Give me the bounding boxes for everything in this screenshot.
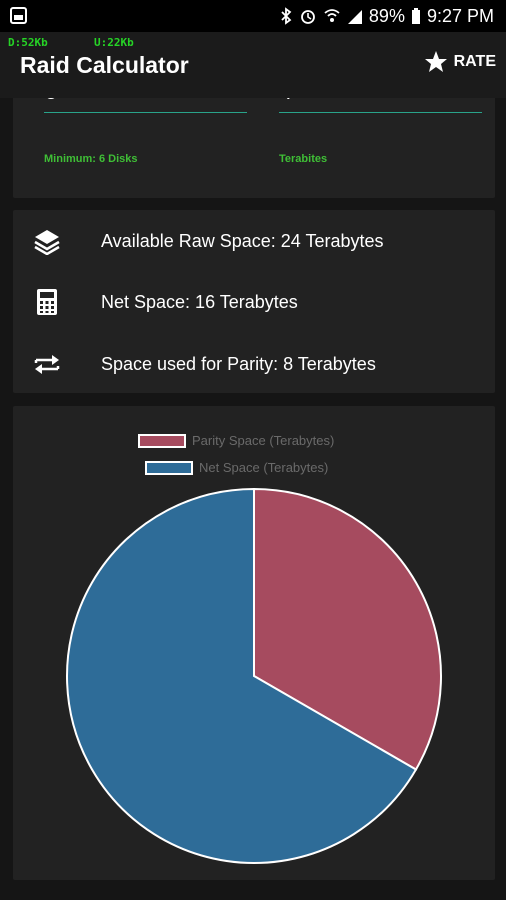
pie-chart-card: Parity Space (Terabytes) Net Space (Tera… bbox=[13, 406, 495, 880]
pie-chart[interactable] bbox=[13, 406, 495, 880]
disks-value: 6 bbox=[44, 98, 57, 106]
layers-icon bbox=[34, 230, 60, 255]
disk-size-value: 4 bbox=[279, 98, 292, 106]
calculator-icon bbox=[37, 289, 57, 315]
battery-icon bbox=[411, 8, 420, 24]
status-bar: 89% 9:27 PM bbox=[0, 0, 506, 32]
results-card: Available Raw Space: 24 Terabytes Net Sp… bbox=[13, 210, 495, 393]
download-speed: D:52Kb bbox=[8, 36, 48, 49]
disks-input[interactable]: 6 bbox=[44, 98, 247, 113]
app-toolbar: D:52Kb U:22Kb Raid Calculator RATE bbox=[0, 32, 506, 98]
parity-space-row: Space used for Parity: 8 Terabytes bbox=[13, 344, 495, 384]
raw-space-text: Available Raw Space: 24 Terabytes bbox=[101, 230, 384, 251]
swap-icon bbox=[34, 355, 60, 374]
clock: 9:27 PM bbox=[426, 5, 494, 26]
rate-label: RATE bbox=[453, 53, 496, 70]
raw-space-row: Available Raw Space: 24 Terabytes bbox=[13, 221, 495, 261]
bluetooth-icon bbox=[281, 7, 292, 25]
status-icons: 89% 9:27 PM bbox=[279, 0, 494, 32]
main-content[interactable]: 6 Minimum: 6 Disks 4 Terabites Available… bbox=[0, 98, 506, 900]
input-card: 6 Minimum: 6 Disks 4 Terabites bbox=[13, 98, 495, 198]
net-space-row: Net Space: 16 Terabytes bbox=[13, 282, 495, 322]
net-space-text: Net Space: 16 Terabytes bbox=[101, 291, 298, 312]
disks-hint: Minimum: 6 Disks bbox=[44, 153, 138, 165]
upload-speed: U:22Kb bbox=[94, 36, 134, 49]
gallery-notification-icon bbox=[10, 7, 27, 24]
alarm-icon bbox=[301, 10, 315, 24]
parity-space-text: Space used for Parity: 8 Terabytes bbox=[101, 353, 376, 374]
star-icon bbox=[424, 51, 447, 72]
disk-size-input[interactable]: 4 bbox=[279, 98, 482, 113]
disk-size-hint: Terabites bbox=[279, 153, 328, 165]
battery-percent: 89% bbox=[368, 5, 405, 26]
rate-button[interactable]: RATE bbox=[424, 50, 496, 74]
page-title: Raid Calculator bbox=[20, 52, 189, 78]
signal-icon bbox=[347, 10, 362, 24]
wifi-icon bbox=[324, 9, 340, 22]
